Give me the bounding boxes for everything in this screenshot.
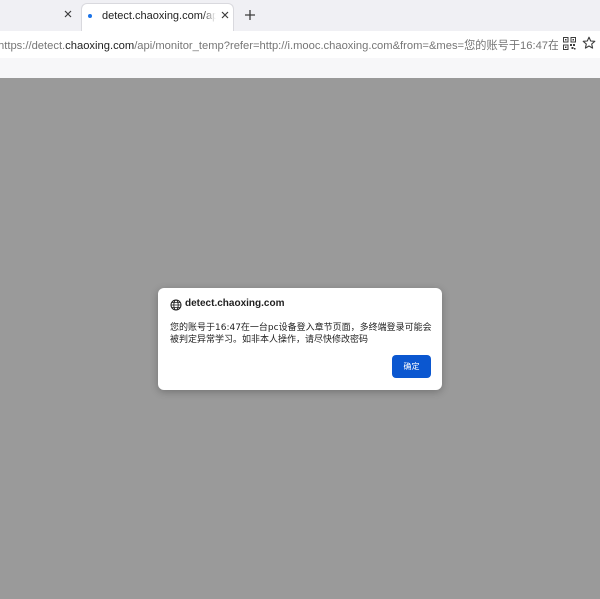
close-icon[interactable]	[61, 7, 75, 21]
url-prefix: https://detect.	[0, 40, 66, 52]
qr-code-icon[interactable]	[563, 37, 576, 50]
plus-icon[interactable]	[243, 8, 257, 22]
ok-button[interactable]: 确定	[392, 355, 431, 378]
tab-previous[interactable]	[0, 0, 80, 31]
dialog-origin: detect.chaoxing.com	[185, 298, 285, 309]
close-icon[interactable]	[218, 8, 232, 22]
dialog-message: 您的账号于16:47在一台pc设备登入章节页面，多终端登录可能会被判定异常学习。…	[170, 323, 432, 345]
url-host: chaoxing.com	[65, 40, 135, 52]
loading-dot-icon	[88, 14, 92, 18]
toolbar-gap	[0, 58, 600, 78]
tab-strip: detect.chaoxing.com/api/monitor_temp	[0, 0, 600, 31]
browser-window: detect.chaoxing.com/api/monitor_temp htt…	[0, 0, 600, 599]
url-suffix: /api/monitor_temp?refer=http://i.mooc.ch…	[134, 40, 558, 52]
alert-dialog: detect.chaoxing.com 您的账号于16:47在一台pc设备登入章…	[158, 288, 442, 390]
star-icon[interactable]	[582, 36, 596, 50]
globe-icon	[170, 299, 182, 311]
url-text[interactable]: https://detect.chaoxing.com/api/monitor_…	[0, 37, 558, 53]
address-bar[interactable]: https://detect.chaoxing.com/api/monitor_…	[0, 31, 600, 58]
tab-active[interactable]: detect.chaoxing.com/api/monitor_temp	[81, 3, 234, 31]
tab-title: detect.chaoxing.com/api/monitor_temp	[102, 10, 216, 22]
